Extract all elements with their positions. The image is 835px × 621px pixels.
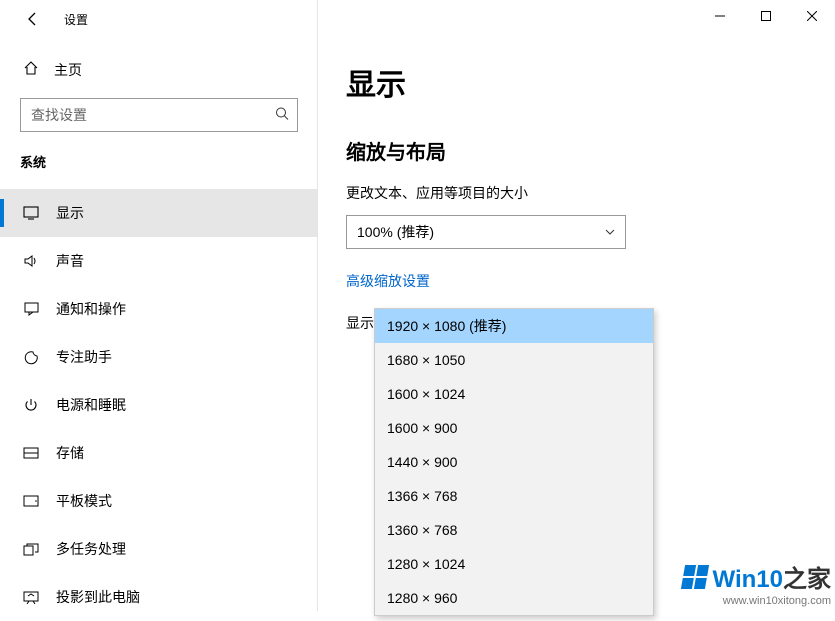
resolution-option[interactable]: 1366 × 768 <box>375 479 653 513</box>
resolution-option[interactable]: 1280 × 1024 <box>375 547 653 581</box>
back-button[interactable] <box>16 2 50 36</box>
nav-item-label: 多任务处理 <box>56 539 126 559</box>
nav-item-label: 投影到此电脑 <box>56 587 140 607</box>
nav-item-label: 存储 <box>56 443 84 463</box>
nav-item-label: 平板模式 <box>56 491 112 511</box>
search-input[interactable] <box>21 99 265 131</box>
maximize-icon <box>761 11 771 21</box>
nav-item-label: 显示 <box>56 203 84 223</box>
nav-item-power[interactable]: 电源和睡眠 <box>0 381 318 429</box>
back-icon <box>25 11 41 27</box>
storage-icon <box>22 447 40 459</box>
nav-item-label: 声音 <box>56 251 84 271</box>
nav-item-tablet[interactable]: 平板模式 <box>0 477 318 525</box>
page-title: 显示 <box>346 60 807 104</box>
close-icon <box>807 11 817 21</box>
minimize-icon <box>715 11 725 21</box>
home-icon <box>22 60 40 81</box>
watermark-brand1: Win10 <box>713 566 783 593</box>
close-button[interactable] <box>789 0 835 32</box>
window-title: 设置 <box>64 11 88 28</box>
power-icon <box>22 398 40 413</box>
multitask-icon <box>22 543 40 556</box>
notification-icon <box>22 302 40 316</box>
resolution-dropdown[interactable]: 1920 × 1080 (推荐)1680 × 10501600 × 102416… <box>374 308 654 616</box>
nav-item-project[interactable]: 投影到此电脑 <box>0 573 318 621</box>
sound-icon <box>22 254 40 268</box>
resolution-option[interactable]: 1440 × 900 <box>375 445 653 479</box>
tablet-icon <box>22 495 40 507</box>
nav-item-notification[interactable]: 通知和操作 <box>0 285 318 333</box>
search-icon <box>275 107 289 124</box>
scale-combobox[interactable]: 100% (推荐) <box>346 215 626 249</box>
project-icon <box>22 591 40 604</box>
sidebar-group-label: 系统 <box>0 152 318 171</box>
resolution-option[interactable]: 1600 × 900 <box>375 411 653 445</box>
home-nav[interactable]: 主页 <box>0 50 318 90</box>
display-icon <box>22 206 40 220</box>
nav-item-label: 专注助手 <box>56 347 112 367</box>
section-scale-layout: 缩放与布局 <box>346 136 807 165</box>
windows-logo-icon <box>680 565 708 589</box>
scale-value: 100% (推荐) <box>357 222 434 242</box>
maximize-button[interactable] <box>743 0 789 32</box>
nav-item-storage[interactable]: 存储 <box>0 429 318 477</box>
chevron-down-icon <box>605 226 615 238</box>
watermark: Win10之家 www.win10xitong.com <box>683 559 831 607</box>
window-controls <box>697 0 835 32</box>
scale-label: 更改文本、应用等项目的大小 <box>346 183 807 203</box>
nav-item-focus[interactable]: 专注助手 <box>0 333 318 381</box>
nav-item-display[interactable]: 显示 <box>0 189 318 237</box>
watermark-brand2: 之家 <box>783 566 831 593</box>
resolution-option[interactable]: 1680 × 1050 <box>375 343 653 377</box>
search-box[interactable] <box>20 98 298 132</box>
nav-item-label: 电源和睡眠 <box>56 395 126 415</box>
minimize-button[interactable] <box>697 0 743 32</box>
resolution-option[interactable]: 1920 × 1080 (推荐) <box>375 309 653 343</box>
nav-item-label: 通知和操作 <box>56 299 126 319</box>
advanced-scale-link[interactable]: 高级缩放设置 <box>346 271 430 291</box>
resolution-option[interactable]: 1360 × 768 <box>375 513 653 547</box>
nav-item-sound[interactable]: 声音 <box>0 237 318 285</box>
nav-item-multitask[interactable]: 多任务处理 <box>0 525 318 573</box>
home-label: 主页 <box>54 60 82 80</box>
watermark-url: www.win10xitong.com <box>683 595 831 607</box>
resolution-option[interactable]: 1280 × 960 <box>375 581 653 615</box>
focus-icon <box>22 350 40 365</box>
resolution-option[interactable]: 1600 × 1024 <box>375 377 653 411</box>
